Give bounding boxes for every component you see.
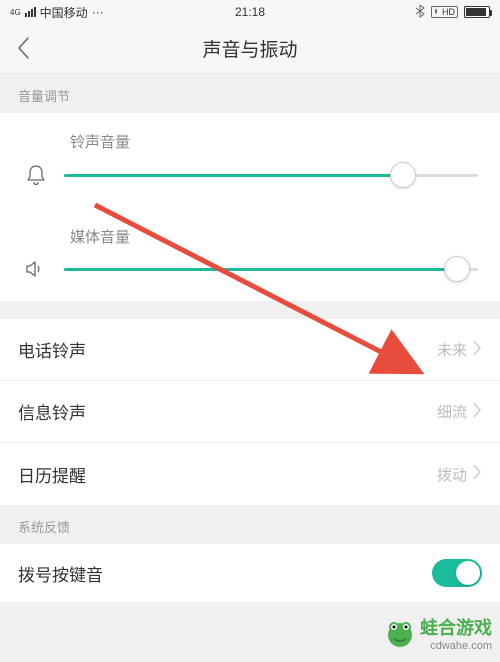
back-button[interactable]	[16, 36, 30, 65]
watermark-brand: 蛙合游戏	[420, 614, 492, 640]
chevron-right-icon	[473, 340, 482, 360]
bell-icon	[22, 164, 50, 186]
phone-ringtone-row[interactable]: 电话铃声 未来	[0, 319, 500, 381]
media-label: 媒体音量	[70, 226, 478, 247]
ringtone-label: 铃声音量	[70, 131, 478, 152]
page-header: 声音与振动	[0, 24, 500, 74]
section-feedback: 系统反馈	[0, 505, 500, 544]
watermark: 蛙合游戏 cdwahe.com	[384, 614, 492, 652]
ringtone-slider[interactable]	[64, 174, 478, 177]
status-left: 4G 中国移动 ···	[10, 4, 104, 21]
status-bar: 4G 中国移动 ··· 21:18 HD	[0, 0, 500, 24]
phone-ringtone-label: 电话铃声	[18, 337, 86, 362]
speaker-icon	[22, 259, 50, 279]
calendar-reminder-label: 日历提醒	[18, 462, 86, 487]
message-ringtone-label: 信息铃声	[18, 399, 86, 424]
ringtone-volume-row: 铃声音量	[0, 113, 500, 208]
watermark-url: cdwahe.com	[420, 640, 492, 652]
dialpad-sound-label: 拨号按键音	[18, 561, 103, 586]
volte-icon: HD	[431, 6, 458, 18]
status-right: HD	[415, 4, 490, 21]
chevron-right-icon	[473, 402, 482, 422]
volume-block: 铃声音量 媒体音量	[0, 113, 500, 301]
message-ringtone-row[interactable]: 信息铃声 细流	[0, 381, 500, 443]
phone-ringtone-value: 未来	[437, 339, 467, 360]
media-volume-row: 媒体音量	[0, 208, 500, 301]
calendar-reminder-value: 拨动	[437, 464, 467, 485]
signal-icon	[25, 7, 36, 17]
ringtone-block: 电话铃声 未来 信息铃声 细流 日历提醒 拨动	[0, 319, 500, 505]
bluetooth-icon	[415, 4, 425, 21]
media-thumb[interactable]	[444, 256, 470, 282]
dialpad-sound-toggle[interactable]	[432, 559, 482, 587]
dialpad-sound-row: 拨号按键音	[0, 544, 500, 602]
page-title: 声音与振动	[202, 35, 297, 62]
frog-icon	[384, 617, 416, 649]
media-fill	[64, 268, 457, 271]
calendar-reminder-row[interactable]: 日历提醒 拨动	[0, 443, 500, 505]
message-ringtone-value: 细流	[437, 401, 467, 422]
carrier-label: 中国移动	[40, 4, 88, 21]
chevron-right-icon	[473, 464, 482, 484]
battery-icon	[464, 6, 490, 18]
network-type: 4G	[10, 8, 21, 17]
ringtone-thumb[interactable]	[390, 162, 416, 188]
status-time: 21:18	[235, 5, 265, 19]
media-slider[interactable]	[64, 268, 478, 271]
ringtone-fill	[64, 174, 403, 177]
toggle-knob	[456, 561, 480, 585]
status-more: ···	[92, 5, 104, 19]
section-volume: 音量调节	[0, 74, 500, 113]
spacer	[0, 301, 500, 319]
